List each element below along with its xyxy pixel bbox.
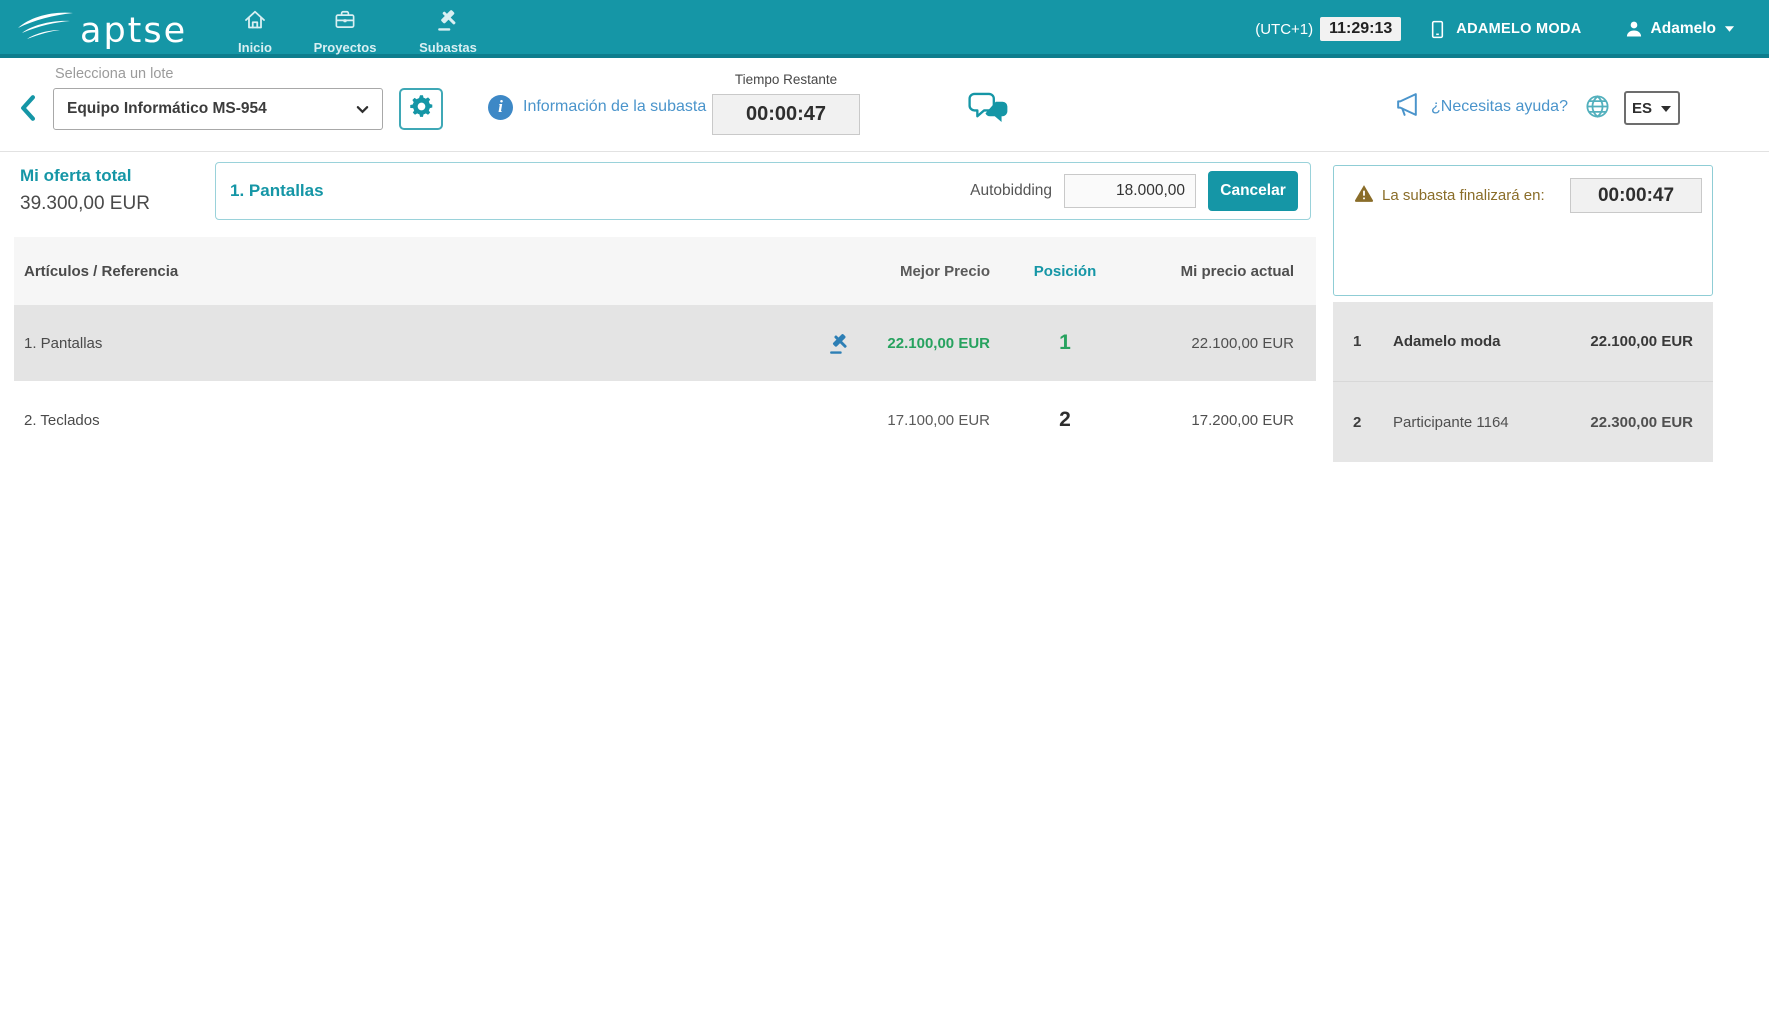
nav-item-inicio[interactable]: Inicio	[205, 8, 305, 55]
col-header-item: Artículos / Referencia	[14, 263, 804, 280]
lot-select[interactable]: Equipo Informático MS-954	[53, 88, 383, 130]
auction-info-link[interactable]: i Información de la subasta	[488, 62, 706, 152]
auction-toolbar: Selecciona un lote Equipo Informático MS…	[0, 62, 1769, 152]
item-name: 2. Teclados	[14, 412, 804, 429]
auction-end-label: La subasta finalizará en:	[1382, 187, 1545, 204]
chat-button[interactable]	[966, 92, 1010, 128]
time-remaining-group: Tiempo Restante 00:00:47	[700, 72, 872, 135]
auction-end-timer: 00:00:47	[1570, 178, 1702, 213]
app-logo[interactable]: aptse	[16, 9, 187, 54]
chevron-down-icon	[1660, 100, 1672, 117]
lot-select-value: Equipo Informático MS-954	[67, 100, 267, 118]
header-right-cluster: (UTC+1) 11:29:13 ADAMELO MODA Adamelo	[1255, 0, 1735, 58]
list-item: 1 Adamelo moda 22.100,00 EUR	[1333, 302, 1713, 382]
total-bid-value: 39.300,00 EUR	[20, 193, 150, 215]
gear-icon	[408, 93, 435, 125]
position-value: 2	[990, 408, 1140, 432]
best-price: 22.100,00 EUR	[874, 335, 990, 352]
col-header-best-price: Mejor Precio	[874, 263, 990, 280]
item-name: 1. Pantallas	[14, 335, 804, 352]
time-remaining-label: Tiempo Restante	[700, 72, 872, 87]
info-icon: i	[488, 95, 513, 120]
caret-down-icon[interactable]	[1724, 25, 1735, 33]
participant-price: 22.300,00 EUR	[1590, 414, 1693, 431]
help-label: ¿Necesitas ayuda?	[1431, 98, 1568, 116]
list-item: 2 Participante 1164 22.300,00 EUR	[1333, 382, 1713, 462]
nav-item-proyectos[interactable]: Proyectos	[295, 8, 395, 55]
my-price: 22.100,00 EUR	[1140, 335, 1316, 352]
best-price: 17.100,00 EUR	[874, 412, 990, 429]
col-header-position: Posición	[990, 263, 1140, 280]
autobidding-label: Autobidding	[970, 182, 1052, 200]
chat-bubbles-icon	[966, 110, 1010, 127]
participant-name: Adamelo moda	[1393, 333, 1590, 350]
warning-triangle-icon	[1354, 183, 1374, 208]
briefcase-icon	[333, 8, 357, 37]
nav-label: Inicio	[238, 40, 272, 55]
nav-item-subastas[interactable]: Subastas	[398, 8, 498, 55]
ranking-panel: 1 Adamelo moda 22.100,00 EUR 2 Participa…	[1333, 302, 1713, 462]
help-link[interactable]: ¿Necesitas ayuda?	[1394, 62, 1568, 152]
home-icon	[243, 8, 267, 37]
header-clock: 11:29:13	[1320, 17, 1401, 41]
auction-end-panel: La subasta finalizará en: 00:00:47	[1333, 165, 1713, 296]
participant-name: Participante 1164	[1393, 414, 1590, 431]
gavel-icon	[804, 332, 874, 355]
megaphone-icon	[1394, 91, 1421, 123]
company-name: ADAMELO MODA	[1456, 21, 1581, 37]
timezone-label: (UTC+1)	[1255, 21, 1313, 38]
nav-label: Proyectos	[314, 40, 377, 55]
swoosh-logo-icon	[16, 9, 74, 54]
auction-end-row: La subasta finalizará en: 00:00:47	[1334, 166, 1712, 213]
nav-label: Subastas	[419, 40, 477, 55]
table-row[interactable]: 2. Teclados 17.100,00 EUR 2 17.200,00 EU…	[14, 381, 1316, 459]
position-value: 1	[990, 331, 1140, 355]
language-value: ES	[1632, 100, 1652, 117]
building-icon	[1427, 19, 1448, 40]
lot-settings-button[interactable]	[399, 88, 443, 130]
top-header: aptse Inicio Proyectos	[0, 0, 1769, 58]
back-button[interactable]	[20, 95, 35, 126]
my-price: 17.200,00 EUR	[1140, 412, 1316, 429]
table-row[interactable]: 1. Pantallas 22.100,00 EUR 1 22.100,00 E…	[14, 305, 1316, 381]
col-header-my-price: Mi precio actual	[1140, 263, 1316, 280]
items-table: Artículos / Referencia Mejor Precio Posi…	[14, 237, 1316, 459]
language-select[interactable]: ES	[1624, 91, 1680, 125]
globe-icon	[1584, 93, 1611, 125]
participant-price: 22.100,00 EUR	[1590, 333, 1693, 350]
person-icon	[1624, 19, 1644, 39]
rank-number: 2	[1353, 414, 1393, 431]
lot-title: 1. Pantallas	[230, 181, 324, 201]
autobidding-input[interactable]	[1064, 174, 1196, 208]
selected-lot-panel: 1. Pantallas Autobidding Cancelar	[215, 162, 1311, 220]
rank-number: 1	[1353, 333, 1393, 350]
auction-info-label: Información de la subasta	[523, 98, 706, 116]
cancel-autobidding-button[interactable]: Cancelar	[1208, 171, 1298, 211]
gavel-icon	[436, 8, 460, 37]
user-menu[interactable]: Adamelo	[1651, 20, 1716, 38]
lot-select-label: Selecciona un lote	[55, 66, 174, 82]
auction-page: aptse Inicio Proyectos	[0, 0, 1769, 1024]
time-remaining-value: 00:00:47	[712, 94, 860, 135]
logo-wordmark: aptse	[80, 14, 187, 49]
total-bid-label: Mi oferta total	[20, 166, 131, 186]
table-header-row: Artículos / Referencia Mejor Precio Posi…	[14, 237, 1316, 305]
chevron-down-icon	[356, 105, 369, 114]
